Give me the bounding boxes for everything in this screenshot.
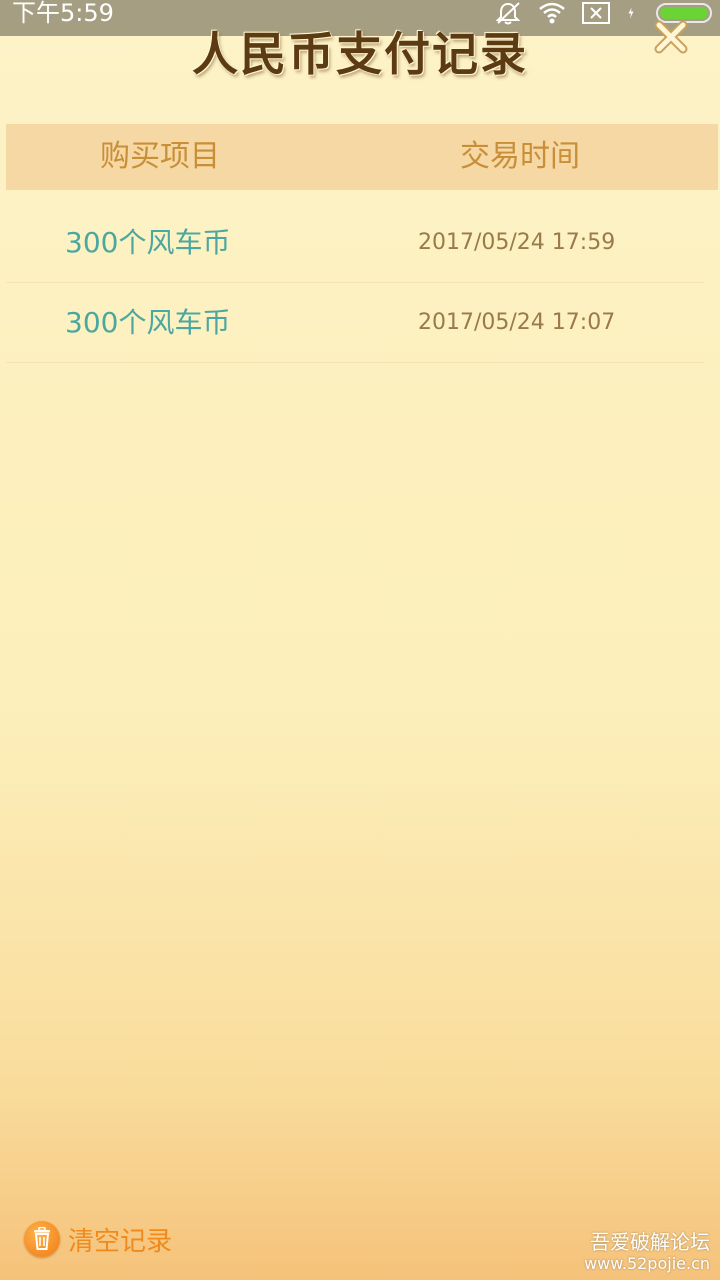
column-header-item: 购买项目 [100, 139, 220, 174]
purchase-item: 300个风车币 [65, 226, 231, 259]
watermark-url: www.52pojie.cn [584, 1254, 710, 1273]
column-header-time: 交易时间 [460, 139, 580, 174]
clear-records-button[interactable]: 清空记录 [24, 1220, 172, 1258]
table-row: 300个风车币 2017/05/24 17:07 [6, 283, 704, 363]
watermark: 吾爱破解论坛 www.52pojie.cn [584, 1230, 710, 1274]
table-row: 300个风车币 2017/05/24 17:59 [6, 203, 704, 283]
close-button[interactable] [650, 16, 692, 58]
purchase-item: 300个风车币 [65, 306, 231, 339]
trash-icon [24, 1221, 60, 1257]
transaction-time: 2017/05/24 17:59 [418, 230, 616, 255]
watermark-title: 吾爱破解论坛 [590, 1230, 710, 1254]
clear-records-label: 清空记录 [68, 1226, 173, 1257]
transaction-time: 2017/05/24 17:07 [418, 310, 616, 335]
table-header: 购买项目 交易时间 [6, 124, 718, 190]
page-title: 人民币支付记录 [192, 27, 528, 81]
close-icon [654, 20, 688, 54]
